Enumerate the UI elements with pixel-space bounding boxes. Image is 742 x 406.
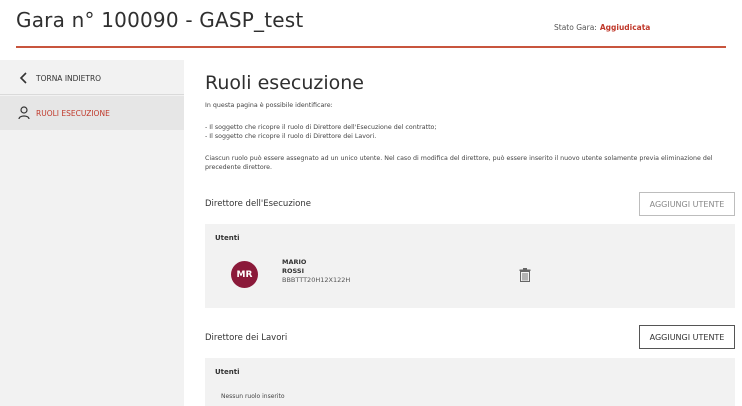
avatar: MR bbox=[231, 261, 258, 288]
user-icon bbox=[14, 106, 34, 120]
page-header: Gara n° 100090 - GASP_test Stato Gara: Ag… bbox=[0, 0, 742, 60]
page-title: Ruoli esecuzione bbox=[205, 72, 364, 94]
add-user-button[interactable]: AGGIUNGI UTENTE bbox=[639, 192, 735, 216]
user-name: MARIO ROSSI bbox=[282, 258, 306, 276]
users-box: Utenti Nessun ruolo inserito bbox=[205, 358, 735, 406]
sidebar-item-label: RUOLI ESECUZIONE bbox=[36, 108, 110, 118]
chevron-left-icon bbox=[14, 72, 34, 84]
empty-message: Nessun ruolo inserito bbox=[221, 393, 285, 400]
stato-gara-label: Stato Gara: bbox=[554, 23, 597, 32]
user-last-name: ROSSI bbox=[282, 267, 305, 275]
bullet-direttore-lavori: - Il soggetto che ricopre il ruolo di Di… bbox=[205, 133, 377, 140]
gara-title: Gara n° 100090 - GASP_test bbox=[16, 8, 304, 32]
sidebar: TORNA INDIETRO RUOLI ESECUZIONE bbox=[0, 60, 184, 406]
stato-gara-value: Aggiudicata bbox=[599, 23, 651, 32]
trash-icon[interactable] bbox=[519, 267, 531, 282]
user-fiscal-code: BBBTTT20H12X122H bbox=[282, 276, 351, 284]
sidebar-divider bbox=[0, 94, 184, 95]
back-button[interactable]: TORNA INDIETRO bbox=[0, 61, 184, 95]
users-label: Utenti bbox=[215, 234, 240, 242]
add-user-button[interactable]: AGGIUNGI UTENTE bbox=[639, 325, 735, 349]
header-divider bbox=[16, 46, 726, 48]
section-title-direttore-esecuzione: Direttore dell'Esecuzione bbox=[205, 199, 311, 209]
intro-text: In questa pagina è possibile identificar… bbox=[205, 102, 333, 109]
sidebar-item-ruoli-esecuzione[interactable]: RUOLI ESECUZIONE bbox=[0, 96, 184, 130]
user-first-name: MARIO bbox=[282, 258, 307, 266]
users-box: Utenti MR MARIO ROSSI BBBTTT20H12X122H bbox=[205, 224, 735, 308]
info-paragraph: Ciascun ruolo può essere assegnato ad un… bbox=[205, 155, 713, 171]
bullet-direttore-esecuzione: - Il soggetto che ricopre il ruolo di Di… bbox=[205, 124, 437, 131]
stato-gara: Stato Gara: Aggiudicata bbox=[554, 23, 650, 32]
back-label: TORNA INDIETRO bbox=[36, 73, 102, 83]
section-title-direttore-lavori: Direttore dei Lavori bbox=[205, 333, 288, 343]
users-label: Utenti bbox=[215, 368, 240, 376]
